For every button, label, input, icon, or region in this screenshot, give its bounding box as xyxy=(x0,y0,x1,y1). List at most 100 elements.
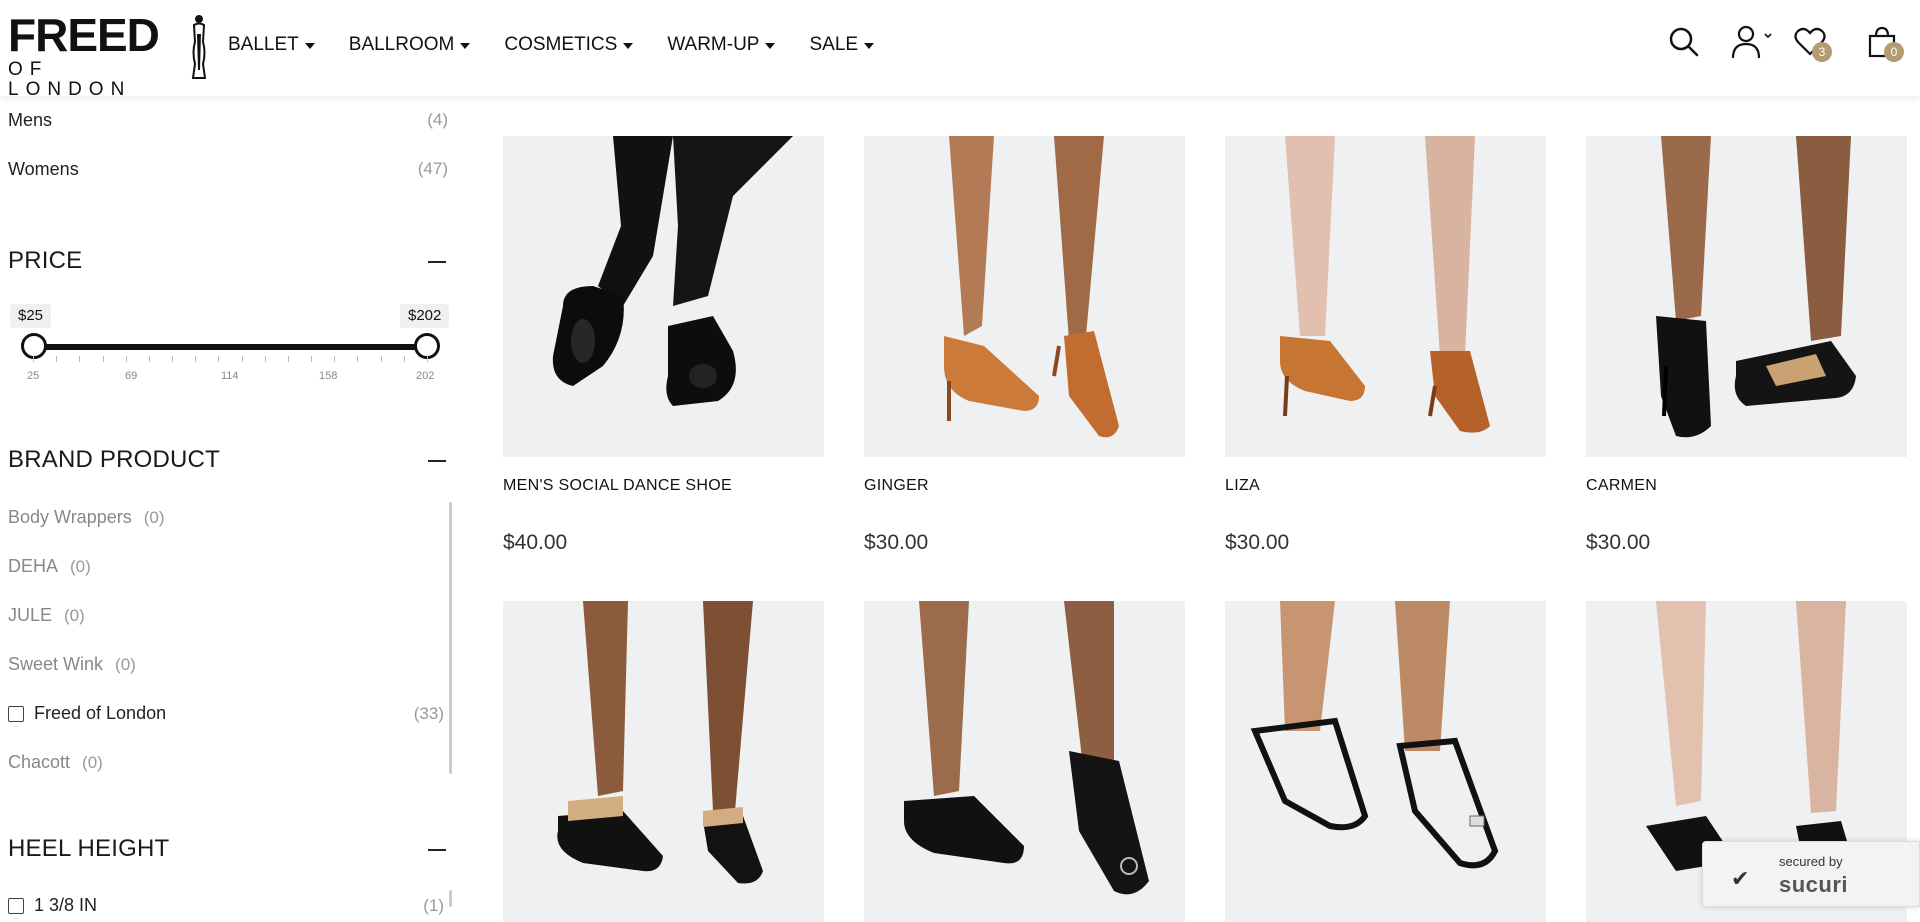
logo-wordmark: FREED xyxy=(8,9,160,61)
heel-checkbox[interactable] xyxy=(8,897,24,914)
product-card[interactable] xyxy=(1225,601,1546,922)
caret-down-icon xyxy=(623,43,634,49)
product-card[interactable]: LIZA $30.00 xyxy=(1225,136,1546,555)
price-slider-tick xyxy=(265,356,266,362)
nav-label: BALLET xyxy=(228,34,299,55)
product-title[interactable]: MEN'S SOCIAL DANCE SHOE xyxy=(503,477,824,495)
main-nav: BALLET BALLROOM COSMETICS WARM-UP SALE xyxy=(228,30,908,60)
price-slider-tick xyxy=(311,356,312,362)
sucuri-security-badge[interactable]: ✔ secured by sucuri xyxy=(1702,841,1920,907)
nav-label: WARM-UP xyxy=(667,34,760,55)
product-title[interactable]: LIZA xyxy=(1225,477,1546,495)
account-button[interactable] xyxy=(1728,22,1776,62)
heel-count: (1) xyxy=(423,895,444,915)
product-title[interactable]: CARMEN xyxy=(1586,477,1907,495)
brand-label: Chacott xyxy=(8,752,71,772)
product-title[interactable]: GINGER xyxy=(864,477,1185,495)
nav-label: BALLROOM xyxy=(348,34,455,55)
price-tick-label: 69 xyxy=(125,370,138,382)
filter-mens[interactable]: Mens (4) xyxy=(8,110,448,131)
price-slider-tick xyxy=(149,356,150,362)
wishlist-button[interactable]: 3 xyxy=(1790,22,1832,62)
price-slider-tick xyxy=(103,356,104,362)
price-slider-tick xyxy=(404,356,405,362)
cart-count-badge: 0 xyxy=(1884,42,1904,62)
brand-count: (0) xyxy=(82,752,103,772)
price-slider-tick xyxy=(427,356,428,362)
filter-label: Mens xyxy=(8,110,53,130)
collapse-minus-icon[interactable] xyxy=(428,849,446,851)
product-image[interactable] xyxy=(503,601,824,922)
caret-down-icon xyxy=(460,43,471,49)
filter-count: (4) xyxy=(427,110,448,129)
price-slider-tick xyxy=(195,356,196,362)
mens-shoe-photo xyxy=(503,136,824,457)
product-image[interactable] xyxy=(1225,136,1546,457)
price-tick-label: 158 xyxy=(319,370,338,382)
product-price: $30.00 xyxy=(1586,531,1651,554)
price-slider-min-handle[interactable] xyxy=(21,333,47,359)
collapse-minus-icon[interactable] xyxy=(428,261,446,263)
nav-label: SALE xyxy=(809,34,859,55)
nav-ballet[interactable]: BALLET xyxy=(228,30,315,60)
nav-ballroom[interactable]: BALLROOM xyxy=(349,30,471,60)
brand-label: JULE xyxy=(8,605,53,625)
product-price: $30.00 xyxy=(864,531,929,554)
product-card[interactable]: GINGER $30.00 xyxy=(864,136,1185,555)
nav-warm-up[interactable]: WARM-UP xyxy=(667,30,776,60)
heel-section-title[interactable]: HEEL HEIGHT xyxy=(8,835,169,863)
collapse-minus-icon[interactable] xyxy=(428,460,446,462)
filter-label: Womens xyxy=(8,159,79,179)
sucuri-logo: sucuri xyxy=(1779,872,1849,897)
price-tick-label: 114 xyxy=(221,370,239,382)
product-image[interactable] xyxy=(1586,136,1907,457)
price-slider-tick xyxy=(79,356,80,362)
brand-count: (0) xyxy=(115,654,136,674)
checkmark-icon: ✔ xyxy=(1731,866,1750,891)
brand-filter-body-wrappers: Body Wrappers (0) xyxy=(8,507,165,528)
heel-list-scrollbar[interactable] xyxy=(449,890,452,907)
ginger-shoe-photo xyxy=(864,136,1185,457)
product-image[interactable] xyxy=(864,136,1185,457)
brand-filter-freed-of-london[interactable]: Freed of London (33) xyxy=(8,703,444,724)
shoe-photo xyxy=(864,601,1185,922)
price-tick-label: 25 xyxy=(27,370,40,382)
filter-sidebar: Mens (4) Womens (47) PRICE xyxy=(0,96,460,907)
product-price: $30.00 xyxy=(1225,531,1290,554)
product-card[interactable]: CARMEN $30.00 xyxy=(1586,136,1907,555)
product-card[interactable] xyxy=(503,601,824,922)
nav-cosmetics[interactable]: COSMETICS xyxy=(504,30,634,60)
brand-checkbox[interactable] xyxy=(8,705,24,722)
cart-button[interactable]: 0 xyxy=(1862,22,1904,62)
caret-down-icon xyxy=(765,43,776,49)
product-image[interactable] xyxy=(503,136,824,457)
price-slider-track[interactable] xyxy=(33,344,427,350)
brand-filter-sweet-wink: Sweet Wink (0) xyxy=(8,654,136,675)
brand-label: DEHA xyxy=(8,556,59,576)
search-button[interactable] xyxy=(1664,22,1704,62)
price-slider-tick xyxy=(357,356,358,362)
price-slider-tick xyxy=(288,356,289,362)
brand-section-title[interactable]: BRAND PRODUCT xyxy=(8,446,220,474)
filter-womens[interactable]: Womens (47) xyxy=(8,159,448,180)
sucuri-secured-by: secured by xyxy=(1779,854,1843,869)
price-min-label: $25 xyxy=(10,304,52,328)
brand-logo[interactable]: FREED OF LONDON xyxy=(8,9,180,100)
brand-count: (0) xyxy=(70,556,91,576)
nav-label: COSMETICS xyxy=(504,34,618,55)
logo-subtitle: OF LONDON xyxy=(8,59,132,100)
product-card[interactable]: MEN'S SOCIAL DANCE SHOE $40.00 xyxy=(503,136,824,555)
product-card[interactable] xyxy=(864,601,1185,922)
product-image[interactable] xyxy=(864,601,1185,922)
brand-list-scrollbar[interactable] xyxy=(449,502,452,774)
ballerina-logo-icon xyxy=(191,15,207,79)
price-slider-tick xyxy=(334,356,335,362)
wishlist-count-badge: 3 xyxy=(1812,42,1832,62)
product-price: $40.00 xyxy=(503,531,568,554)
nav-sale[interactable]: SALE xyxy=(809,30,875,60)
heel-filter-item[interactable]: 1 3/8 IN (1) xyxy=(8,895,444,916)
site-header: FREED OF LONDON BALLET BALLROOM COSMETIC… xyxy=(0,0,1920,100)
price-section-title[interactable]: PRICE xyxy=(8,247,82,275)
price-slider-tick xyxy=(126,356,127,362)
product-image[interactable] xyxy=(1225,601,1546,922)
